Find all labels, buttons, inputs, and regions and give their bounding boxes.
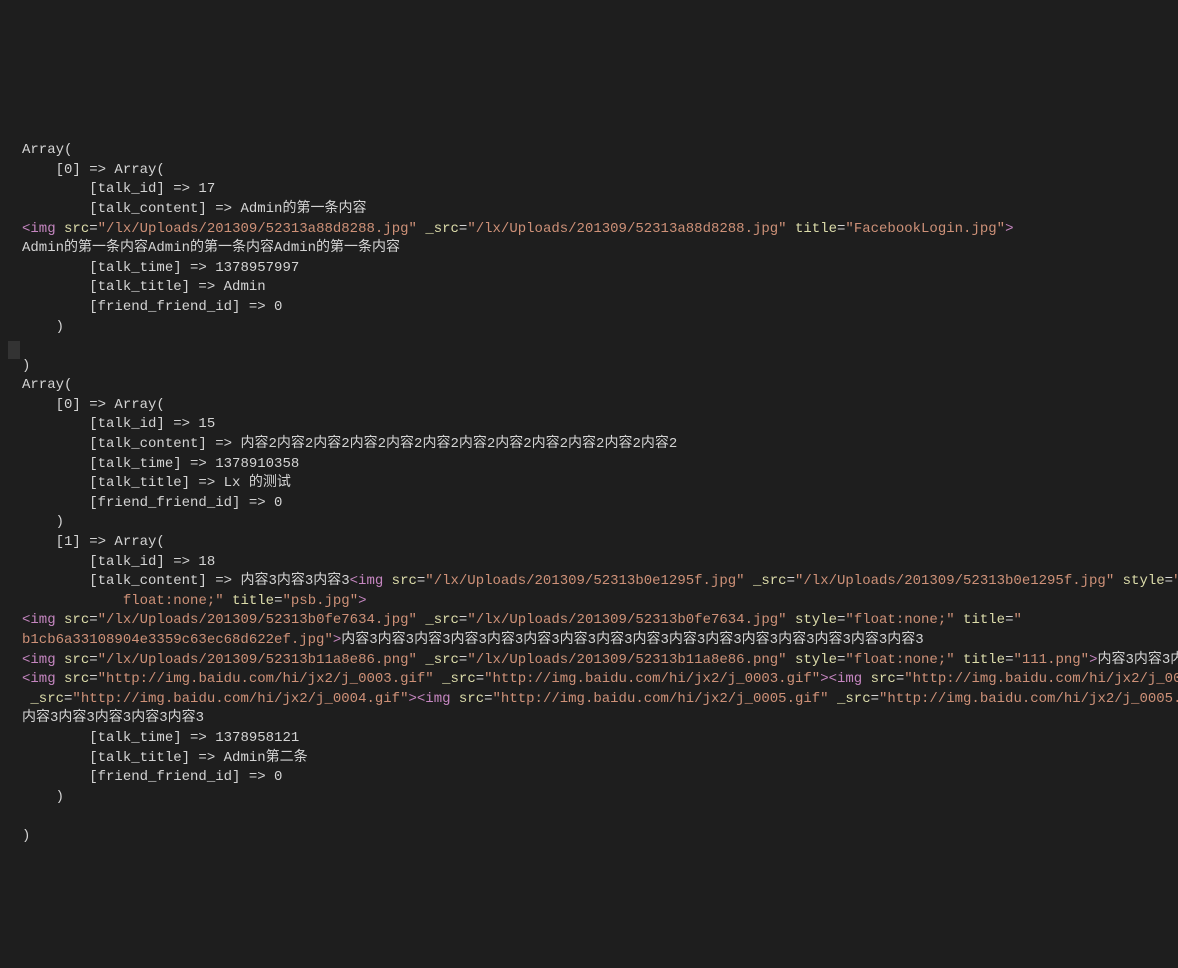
- code-line[interactable]: ): [22, 828, 30, 844]
- code-line[interactable]: ): [22, 319, 64, 335]
- code-line[interactable]: [talk_time] => 1378957997: [22, 260, 299, 276]
- code-line[interactable]: b1cb6a33108904e3359c63ec68d622ef.jpg">内容…: [22, 632, 924, 648]
- code-line[interactable]: <img src="/lx/Uploads/201309/52313b11a8e…: [22, 652, 1178, 668]
- code-line[interactable]: [talk_id] => 17: [22, 181, 215, 197]
- code-line[interactable]: Array(: [22, 142, 72, 158]
- code-line[interactable]: [talk_time] => 1378958121: [22, 730, 299, 746]
- code-line[interactable]: <img src="/lx/Uploads/201309/52313b0fe76…: [22, 612, 1022, 628]
- code-line[interactable]: [friend_friend_id] => 0: [22, 299, 282, 315]
- code-line[interactable]: [0] => Array(: [22, 397, 165, 413]
- code-editor-surface[interactable]: Array( [0] => Array( [talk_id] => 17 [ta…: [8, 82, 1170, 866]
- code-line[interactable]: [talk_id] => 15: [22, 416, 215, 432]
- code-line[interactable]: [talk_title] => Admin: [22, 279, 266, 295]
- code-line[interactable]: <img src="/lx/Uploads/201309/52313a88d82…: [22, 221, 1013, 237]
- code-line[interactable]: <img src="http://img.baidu.com/hi/jx2/j_…: [22, 671, 1178, 687]
- code-line[interactable]: Admin的第一条内容Admin的第一条内容Admin的第一条内容: [22, 240, 400, 256]
- code-line[interactable]: [talk_time] => 1378910358: [22, 456, 299, 472]
- code-line[interactable]: float:none;" title="psb.jpg">: [22, 593, 367, 609]
- code-line[interactable]: ): [22, 789, 64, 805]
- code-line[interactable]: [talk_title] => Admin第二条: [22, 750, 308, 766]
- code-content[interactable]: Array( [0] => Array( [talk_id] => 17 [ta…: [22, 141, 1170, 846]
- code-line[interactable]: [talk_content] => Admin的第一条内容: [22, 201, 366, 217]
- code-line[interactable]: [friend_friend_id] => 0: [22, 495, 282, 511]
- code-line[interactable]: ): [22, 358, 30, 374]
- gutter-marker: [8, 341, 20, 359]
- code-line[interactable]: [1] => Array(: [22, 534, 165, 550]
- code-line[interactable]: _src="http://img.baidu.com/hi/jx2/j_0004…: [22, 691, 1178, 707]
- code-line[interactable]: [friend_friend_id] => 0: [22, 769, 282, 785]
- code-line[interactable]: [talk_content] => 内容3内容3内容3<img src="/lx…: [22, 573, 1178, 589]
- gutter: [8, 82, 20, 866]
- code-line[interactable]: Array(: [22, 377, 72, 393]
- code-line[interactable]: [talk_title] => Lx 的测试: [22, 475, 291, 491]
- code-line[interactable]: 内容3内容3内容3内容3内容3: [22, 710, 204, 726]
- code-line[interactable]: [talk_content] => 内容2内容2内容2内容2内容2内容2内容2内…: [22, 436, 677, 452]
- code-line[interactable]: [talk_id] => 18: [22, 554, 215, 570]
- code-line[interactable]: [0] => Array(: [22, 162, 165, 178]
- code-line[interactable]: ): [22, 514, 64, 530]
